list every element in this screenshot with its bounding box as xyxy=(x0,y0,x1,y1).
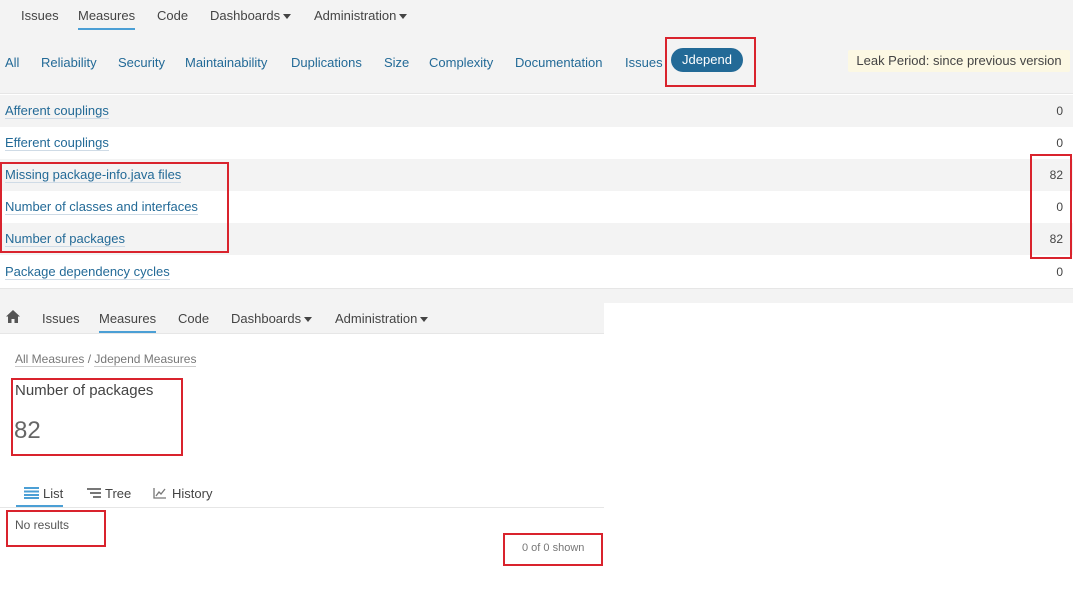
view-tab-history[interactable]: History xyxy=(153,486,212,501)
measure-row: Efferent couplings 0 xyxy=(0,127,1073,159)
home-icon[interactable] xyxy=(5,309,21,327)
nav-code[interactable]: Code xyxy=(157,8,188,23)
view-tab-history-label: History xyxy=(172,486,213,501)
highlight-box xyxy=(11,378,183,456)
domain-tab-size[interactable]: Size xyxy=(384,55,409,70)
subnav-dashboards[interactable]: Dashboards xyxy=(231,311,313,326)
highlight-box xyxy=(1030,154,1072,259)
separator xyxy=(0,289,1073,303)
subnav-administration[interactable]: Administration xyxy=(335,311,429,326)
nav-issues[interactable]: Issues xyxy=(21,8,59,23)
list-icon xyxy=(24,487,39,499)
nav-dashboards-label: Dashboards xyxy=(210,8,281,23)
measure-value: 0 xyxy=(1056,265,1063,279)
subnav-code[interactable]: Code xyxy=(178,311,209,326)
measure-value: 0 xyxy=(1056,136,1063,150)
top-nav: Issues Measures Code Dashboards Administ… xyxy=(0,0,1073,32)
measure-row: Afferent couplings 0 xyxy=(0,95,1073,127)
domain-tab-all[interactable]: All xyxy=(5,55,19,70)
view-tabs: List Tree History xyxy=(0,482,604,508)
highlight-box xyxy=(6,510,106,547)
caret-down-icon xyxy=(420,317,429,323)
subnav-dashboards-label: Dashboards xyxy=(231,311,302,326)
view-tab-list[interactable]: List xyxy=(16,486,64,507)
highlight-box xyxy=(0,162,229,253)
caret-down-icon xyxy=(283,14,292,20)
breadcrumb: All Measures / Jdepend Measures xyxy=(15,352,197,367)
breadcrumb-separator: / xyxy=(87,352,92,366)
subnav-measures[interactable]: Measures xyxy=(99,311,157,333)
highlight-box xyxy=(665,37,756,87)
nav-administration-label: Administration xyxy=(314,8,397,23)
measure-name[interactable]: Package dependency cycles xyxy=(5,265,170,280)
breadcrumb-jdepend-measures[interactable]: Jdepend Measures xyxy=(94,352,197,367)
breadcrumb-all-measures[interactable]: All Measures xyxy=(15,352,85,367)
sub-nav: Issues Measures Code Dashboards Administ… xyxy=(0,303,604,334)
domain-tab-documentation[interactable]: Documentation xyxy=(515,55,602,70)
view-tab-tree[interactable]: Tree xyxy=(87,486,131,501)
domain-tab-issues[interactable]: Issues xyxy=(625,55,663,70)
line-chart-icon xyxy=(153,488,166,499)
measure-name[interactable]: Efferent couplings xyxy=(5,136,109,151)
subnav-issues[interactable]: Issues xyxy=(42,311,80,326)
measure-name[interactable]: Afferent couplings xyxy=(5,104,109,119)
nav-measures[interactable]: Measures xyxy=(78,8,136,30)
caret-down-icon xyxy=(304,317,313,323)
view-tab-list-label: List xyxy=(43,486,64,501)
domain-tab-reliability[interactable]: Reliability xyxy=(41,55,97,70)
domain-tabs: All Reliability Security Maintainability… xyxy=(0,31,1073,94)
view-tab-tree-label: Tree xyxy=(105,486,132,501)
subnav-administration-label: Administration xyxy=(335,311,418,326)
domain-tab-security[interactable]: Security xyxy=(118,55,165,70)
caret-down-icon xyxy=(399,14,408,20)
domain-tab-duplications[interactable]: Duplications xyxy=(291,55,362,70)
measure-row: Package dependency cycles 0 xyxy=(0,256,1073,289)
nav-dashboards[interactable]: Dashboards xyxy=(210,8,292,23)
leak-period-badge: Leak Period: since previous version xyxy=(848,50,1070,72)
highlight-box xyxy=(503,533,603,566)
measure-value: 0 xyxy=(1056,104,1063,118)
tree-icon xyxy=(87,488,101,498)
nav-administration[interactable]: Administration xyxy=(314,8,408,23)
domain-tab-maintainability[interactable]: Maintainability xyxy=(185,55,267,70)
domain-tab-complexity[interactable]: Complexity xyxy=(429,55,493,70)
